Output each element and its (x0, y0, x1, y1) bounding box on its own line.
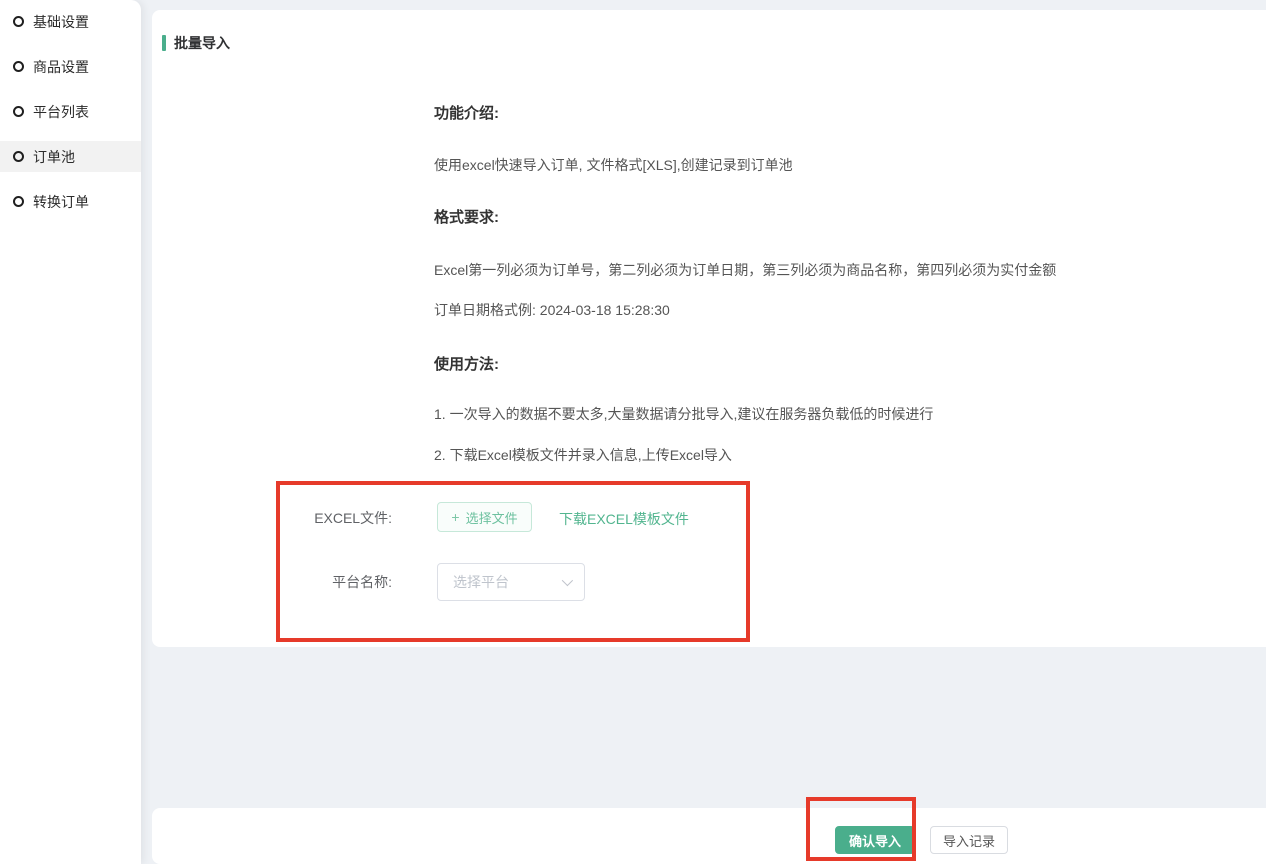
choose-file-label: 选择文件 (466, 508, 518, 527)
section-para: 订单日期格式例: 2024-03-18 15:28:30 (434, 301, 670, 320)
platform-name-label: 平台名称: (272, 573, 392, 592)
platform-select-placeholder: 选择平台 (438, 572, 562, 592)
sidebar-item-order-pool[interactable]: 订单池 (0, 141, 141, 172)
section-para: 2. 下载Excel模板文件并录入信息,上传Excel导入 (434, 446, 732, 465)
footer-action-bar: 确认导入 导入记录 (152, 808, 1266, 864)
main-panel: 批量导入 功能介绍: 使用excel快速导入订单, 文件格式[XLS],创建记录… (152, 10, 1266, 647)
sidebar-item-basic-settings[interactable]: 基础设置 (0, 6, 141, 37)
excel-file-label: EXCEL文件: (272, 509, 392, 528)
section-heading-usage: 使用方法: (434, 355, 499, 375)
sidebar-item-platform-list[interactable]: 平台列表 (0, 96, 141, 127)
section-heading-intro: 功能介绍: (434, 104, 499, 124)
circle-icon (13, 61, 24, 72)
circle-icon (13, 16, 24, 27)
sidebar-item-label: 基础设置 (33, 12, 89, 32)
page: 基础设置 商品设置 平台列表 订单池 转换订单 批量导入 (0, 0, 1266, 864)
circle-icon (13, 106, 24, 117)
platform-select[interactable]: 选择平台 (437, 563, 585, 601)
sidebar-item-product-settings[interactable]: 商品设置 (0, 51, 141, 82)
chevron-down-icon (562, 575, 573, 586)
choose-file-button[interactable]: + 选择文件 (437, 502, 532, 532)
section-para: Excel第一列必须为订单号，第二列必须为订单日期，第三列必须为商品名称，第四列… (434, 261, 1056, 280)
sidebar-item-label: 订单池 (33, 147, 75, 167)
confirm-import-button[interactable]: 确认导入 (835, 826, 915, 854)
sidebar-item-label: 商品设置 (33, 57, 89, 77)
import-records-button[interactable]: 导入记录 (930, 826, 1008, 854)
page-title-text: 批量导入 (174, 33, 230, 53)
section-para: 使用excel快速导入订单, 文件格式[XLS],创建记录到订单池 (434, 156, 793, 175)
sidebar-item-label: 转换订单 (33, 192, 89, 212)
circle-icon (13, 151, 24, 162)
title-accent-bar (162, 35, 166, 51)
circle-icon (13, 196, 24, 207)
sidebar-item-convert-orders[interactable]: 转换订单 (0, 186, 141, 217)
section-heading-format: 格式要求: (434, 208, 499, 228)
sidebar-menu: 基础设置 商品设置 平台列表 订单池 转换订单 (0, 0, 141, 217)
sidebar: 基础设置 商品设置 平台列表 订单池 转换订单 (0, 0, 141, 864)
section-para: 1. 一次导入的数据不要太多,大量数据请分批导入,建议在服务器负载低的时候进行 (434, 405, 933, 424)
page-title: 批量导入 (162, 33, 230, 53)
sidebar-item-label: 平台列表 (33, 102, 89, 122)
plus-icon: + (451, 509, 459, 525)
download-template-link[interactable]: 下载EXCEL模板文件 (559, 509, 689, 529)
